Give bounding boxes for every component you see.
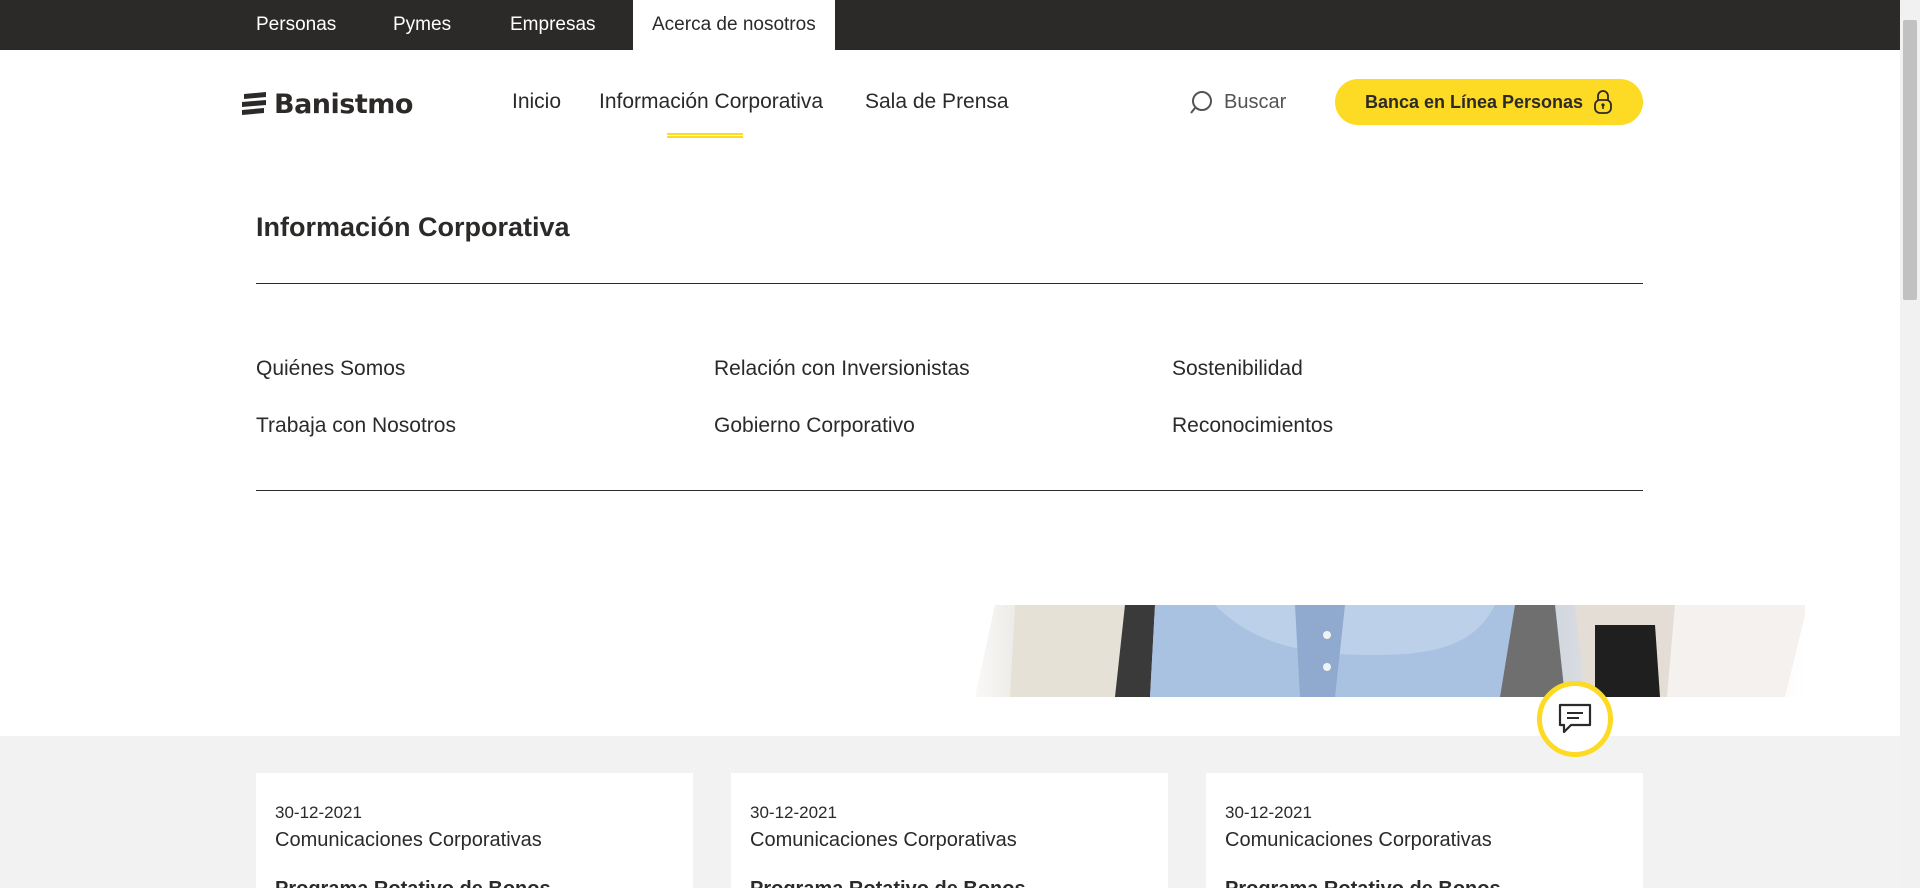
chat-button[interactable] [1537, 681, 1613, 757]
section-title: Información Corporativa [256, 212, 570, 242]
link-trabaja-con-nosotros[interactable]: Trabaja con Nosotros [256, 414, 456, 438]
news-date: 30-12-2021 [1225, 803, 1312, 822]
link-relacion-con-inversionistas[interactable]: Relación con Inversionistas [714, 357, 970, 381]
news-card[interactable]: 30-12-2021 Comunicaciones Corporativas P… [256, 773, 693, 888]
banistmo-logo-icon [242, 92, 266, 115]
search-icon [1190, 91, 1212, 114]
link-quienes-somos[interactable]: Quiénes Somos [256, 357, 405, 381]
online-banking-button[interactable]: Banca en Línea Personas [1335, 79, 1643, 125]
segment-acerca-de-nosotros[interactable]: Acerca de nosotros [633, 0, 835, 50]
news-card[interactable]: 30-12-2021 Comunicaciones Corporativas P… [731, 773, 1168, 888]
scrollbar-thumb[interactable] [1903, 20, 1917, 300]
news-title: Programa Rotativo de Bonos [1225, 878, 1624, 888]
chat-icon [1558, 703, 1592, 734]
link-reconocimientos[interactable]: Reconocimientos [1172, 414, 1333, 438]
link-gobierno-corporativo[interactable]: Gobierno Corporativo [714, 414, 915, 438]
nav-informacion-corporativa[interactable]: Información Corporativa [599, 90, 823, 114]
news-title: Programa Rotativo de Bonos [750, 878, 1149, 888]
search-button[interactable]: Buscar [1190, 89, 1286, 115]
news-card[interactable]: 30-12-2021 Comunicaciones Corporativas P… [1206, 773, 1643, 888]
news-category: Comunicaciones Corporativas [275, 829, 542, 851]
page-scrollbar[interactable] [1900, 0, 1920, 888]
news-category: Comunicaciones Corporativas [750, 829, 1017, 851]
divider-bottom [256, 490, 1643, 491]
news-title: Programa Rotativo de Bonos [275, 878, 674, 888]
nav-sala-de-prensa[interactable]: Sala de Prensa [865, 90, 1009, 114]
news-date: 30-12-2021 [750, 803, 837, 822]
active-nav-indicator [667, 133, 743, 138]
news-date: 30-12-2021 [275, 803, 362, 822]
lock-icon [1594, 90, 1612, 114]
segment-personas[interactable]: Personas [256, 0, 336, 50]
logo-text: Banistmo [274, 88, 413, 120]
divider-top [256, 283, 1643, 284]
segment-bar: Personas Pymes Empresas Acerca de nosotr… [0, 0, 1900, 50]
segment-empresas[interactable]: Empresas [510, 0, 596, 50]
search-label: Buscar [1224, 90, 1287, 113]
online-banking-label: Banca en Línea Personas [1364, 91, 1584, 112]
segment-pymes[interactable]: Pymes [393, 0, 451, 50]
logo[interactable]: Banistmo [240, 86, 413, 122]
nav-inicio[interactable]: Inicio [512, 90, 561, 114]
news-category: Comunicaciones Corporativas [1225, 829, 1492, 851]
corporate-banner-image [955, 605, 1805, 697]
link-sostenibilidad[interactable]: Sostenibilidad [1172, 357, 1303, 381]
